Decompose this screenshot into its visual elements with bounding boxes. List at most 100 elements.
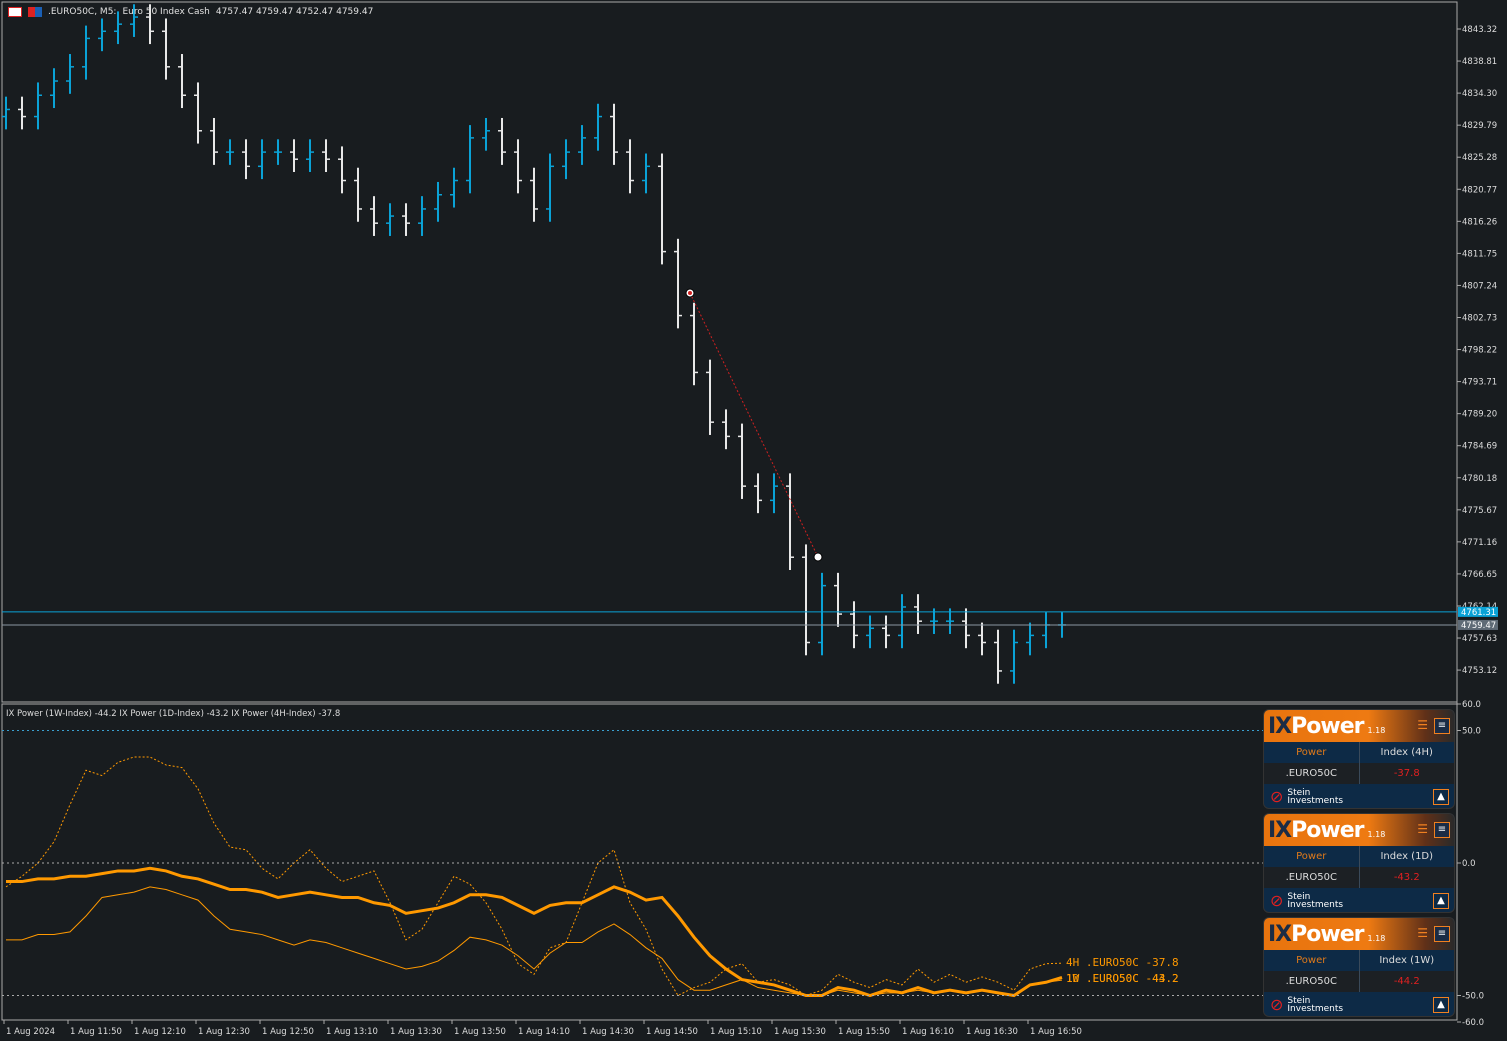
price-tag: 4761.31 [1461,608,1496,618]
column-index: Index (1W) [1379,955,1435,966]
menu-icon[interactable]: ≡ [1434,718,1450,734]
chart-list-icon[interactable] [8,7,22,17]
price-tick: 4834.30 [1462,89,1497,99]
ohlc-bar [82,25,90,80]
price-tick: 4829.79 [1462,121,1497,131]
time-tick: 1 Aug 2024 [6,1027,55,1037]
price-tick: 4843.32 [1462,25,1497,35]
ohlc-bar [2,96,10,130]
bell-icon[interactable]: ▲ [1433,789,1449,805]
price-tick: 4780.18 [1462,474,1497,484]
ohlc-bar [66,54,74,94]
ohlc-bars [2,4,1066,684]
series-label: 1W .EURO50C -44.2 [1066,972,1179,985]
price-tick: 4802.73 [1462,313,1497,323]
ohlc-bar [450,167,458,208]
ohlc-bar [530,167,538,222]
brand-name: Stein Investments [1287,892,1344,910]
price-tick: 4775.67 [1462,506,1497,516]
lines-icon[interactable]: ☰ [1417,926,1428,940]
bell-icon[interactable]: ▲ [1433,997,1449,1013]
lines-icon[interactable]: ☰ [1417,718,1428,732]
ohlc-bar [194,82,202,144]
symbol-cell: .EURO50C [1264,763,1360,784]
ohlc-bar [818,572,826,656]
ohlc-bar [546,153,554,222]
indicator-tick: -50.0 [1462,992,1484,1002]
ohlc-bar [258,139,266,180]
ohlc-bar [242,139,250,180]
lines-icon[interactable]: ☰ [1417,822,1428,836]
menu-icon[interactable]: ≡ [1434,822,1450,838]
column-power: Power [1264,742,1360,763]
chart-save-icon[interactable] [28,7,42,17]
time-tick: 1 Aug 13:10 [326,1027,378,1037]
ohlc-bar [754,473,762,514]
ohlc-bar [34,82,42,130]
price-tick: 4811.75 [1462,249,1497,259]
ohlc-bar [1042,612,1050,649]
symbol-cell: .EURO50C [1264,867,1360,888]
ohlc-bar [962,608,970,649]
ohlc-bar [786,473,794,571]
time-tick: 1 Aug 15:50 [838,1027,890,1037]
ohlc-bar [290,139,298,172]
ohlc-bar [706,359,714,435]
ohlc-values: 4757.47 4759.47 4752.47 4759.47 [215,7,374,17]
ohlc-bar [722,409,730,450]
ohlc-bar [802,544,810,656]
symbol-cell: .EURO50C [1264,971,1360,992]
chart-header: .EURO50C, M5: Euro 50 Index Cash 4757.47… [8,7,373,17]
ohlc-bar [386,203,394,236]
time-tick: 1 Aug 15:30 [774,1027,826,1037]
ohlc-bar [514,139,522,194]
ohlc-bar [274,139,282,165]
price-tick: 4793.71 [1462,378,1497,388]
time-tick: 1 Aug 16:10 [902,1027,954,1037]
indicator-tick: 50.0 [1462,727,1481,737]
ohlc-bar [642,153,650,194]
price-tick: 4771.16 [1462,538,1497,548]
time-tick: 1 Aug 12:50 [262,1027,314,1037]
ohlc-bar [674,238,682,329]
price-tick: 4784.69 [1462,442,1497,452]
stein-logo-icon: ⊘ [1270,891,1284,910]
price-tick: 4807.24 [1462,281,1497,291]
ohlc-bar [866,615,874,649]
time-tick: 1 Aug 15:10 [710,1027,762,1037]
stein-logo-icon: ⊘ [1270,787,1284,806]
ohlc-bar [610,103,618,165]
ohlc-bar [594,103,602,151]
price-tick: 4838.81 [1462,57,1497,67]
brand-name: Stein Investments [1287,996,1344,1014]
version-label: 1.18 [1367,725,1386,735]
ohlc-bar [370,196,378,236]
ohlc-bar [338,146,346,194]
indicator-title: IX Power (1W-Index) -44.2 IX Power (1D-I… [6,709,341,719]
time-tick: 1 Aug 12:10 [134,1027,186,1037]
ohlc-bar [834,572,842,627]
indicator-series-line [5,756,1063,997]
symbol-label: .EURO50C, M5: [48,7,117,17]
bell-icon[interactable]: ▲ [1433,893,1449,909]
ohlc-bar [322,139,330,172]
value-cell: -44.2 [1393,976,1420,987]
stein-logo-icon: ⊘ [1270,995,1284,1014]
ohlc-bar [498,117,506,165]
indicator-tick: -60.0 [1462,1018,1484,1028]
ohlc-bar [658,153,666,265]
ixpower-logo: IXPower [1268,713,1365,739]
column-index: Index (1D) [1380,851,1434,862]
indicator-tick: 0.0 [1462,859,1476,869]
indicator-series-line [6,886,1063,997]
price-tick: 4753.12 [1462,666,1497,676]
ohlc-bar [162,18,170,80]
column-power: Power [1264,846,1360,867]
time-tick: 1 Aug 14:30 [582,1027,634,1037]
ohlc-bar [466,125,474,194]
ohlc-bar [50,68,58,109]
menu-icon[interactable]: ≡ [1434,926,1450,942]
ohlc-bar [482,117,490,151]
price-tick: 4789.20 [1462,410,1497,420]
price-tick: 4766.65 [1462,570,1497,580]
